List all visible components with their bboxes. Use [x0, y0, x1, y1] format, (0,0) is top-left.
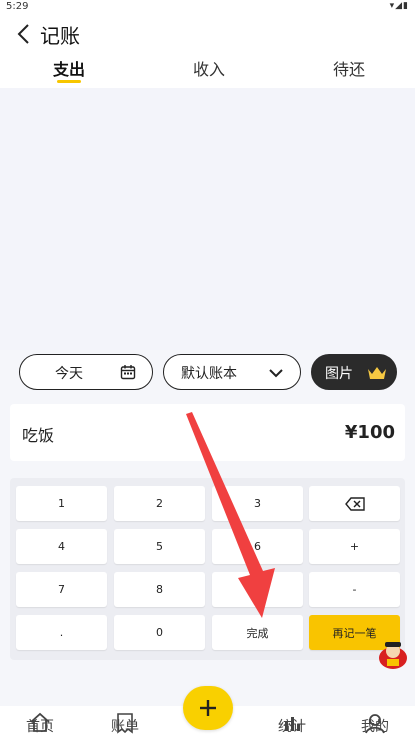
tab-pending[interactable]: 待还 [309, 56, 389, 80]
book-selector[interactable]: 默认账本 [163, 354, 301, 390]
backspace-key[interactable] [309, 486, 400, 521]
nav-home-label: 首页 [26, 719, 54, 735]
category-area [0, 88, 415, 350]
key-4[interactable]: 4 [16, 529, 107, 564]
back-arrow-icon[interactable] [14, 22, 36, 46]
annotation-arrow-icon [186, 412, 275, 618]
key-1[interactable]: 1 [16, 486, 107, 521]
status-bar: 5:29 ▾◢▮ [0, 0, 415, 16]
crown-icon [368, 367, 386, 379]
tab-income[interactable]: 收入 [169, 56, 249, 80]
status-icons: ▾◢▮ [389, 1, 409, 11]
amount-display: ¥100 [344, 422, 395, 443]
date-selector[interactable]: 今天 [19, 354, 153, 390]
photo-button[interactable]: 图片 [311, 354, 397, 390]
plus-icon [200, 700, 216, 716]
backspace-icon [344, 496, 365, 511]
key-plus[interactable]: + [309, 529, 400, 564]
nav-home[interactable]: 首页 [10, 706, 70, 738]
tab-expense[interactable]: 支出 [29, 56, 109, 80]
nav-bill-label: 账单 [111, 719, 139, 735]
nav-profile[interactable]: 我的 [345, 706, 405, 738]
key-0[interactable]: 0 [114, 615, 205, 650]
nav-bill[interactable]: 账单 [95, 706, 155, 738]
nav-profile-label: 我的 [361, 719, 389, 735]
key-7[interactable]: 7 [16, 572, 107, 607]
nav-stats[interactable]: 统计 [262, 706, 322, 738]
chevron-down-icon [269, 369, 283, 378]
key-dot[interactable]: . [16, 615, 107, 650]
date-label: 今天 [55, 366, 83, 382]
book-label: 默认账本 [181, 366, 237, 382]
key-minus[interactable]: - [309, 572, 400, 607]
active-tab-indicator [57, 80, 81, 83]
type-tabs: 支出 收入 待还 [0, 54, 415, 88]
page-title: 记账 [40, 24, 80, 48]
done-button[interactable]: 完成 [212, 615, 303, 650]
app-header: 记账 支出 收入 待还 [0, 16, 415, 88]
note-text: 吃饭 [22, 426, 55, 445]
status-time: 5:29 [6, 1, 29, 12]
calendar-icon [120, 365, 136, 380]
nav-stats-label: 统计 [278, 719, 306, 735]
mascot-icon[interactable] [376, 640, 410, 670]
add-record-button[interactable] [183, 686, 233, 730]
photo-label: 图片 [325, 366, 353, 382]
